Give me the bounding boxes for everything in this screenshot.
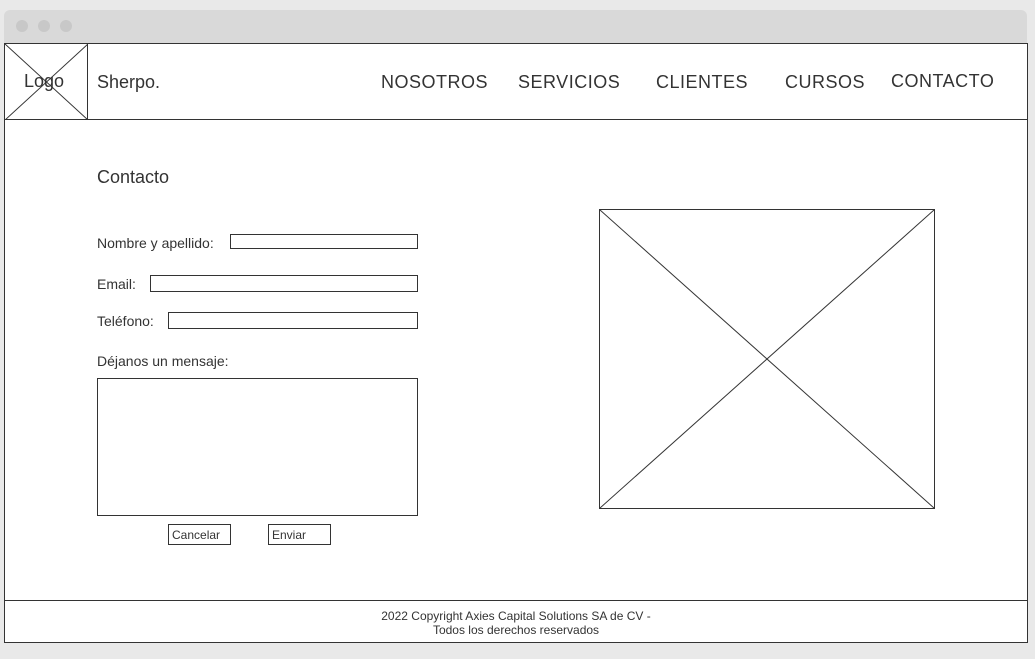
image-placeholder	[599, 209, 935, 509]
site-header: Logo Sherpo. NOSOTROS SERVICIOS CLIENTES…	[5, 44, 1027, 120]
message-label: Déjanos un mensaje:	[97, 353, 229, 369]
email-label: Email:	[97, 276, 136, 292]
cancel-button[interactable]: Cancelar	[168, 524, 231, 545]
logo-label: Logo	[23, 71, 65, 91]
send-button[interactable]: Enviar	[268, 524, 331, 545]
message-textarea[interactable]	[97, 378, 418, 516]
window-dot	[16, 20, 28, 32]
page-title: Contacto	[97, 167, 170, 187]
placeholder-cross-icon	[600, 210, 934, 508]
nav-clientes[interactable]: CLIENTES	[656, 72, 748, 93]
footer-copyright: 2022 Copyright Axies Capital Solutions S…	[381, 609, 651, 623]
email-field[interactable]	[150, 275, 418, 292]
phone-label: Teléfono:	[97, 313, 154, 329]
phone-field[interactable]	[168, 312, 418, 329]
name-label: Nombre y apellido:	[97, 235, 214, 251]
window-dot	[38, 20, 50, 32]
name-field[interactable]	[230, 234, 418, 249]
brand-name[interactable]: Sherpo.	[97, 72, 160, 93]
nav-contacto[interactable]: CONTACTO	[891, 71, 994, 92]
logo-placeholder[interactable]: Logo	[5, 44, 88, 120]
page-frame: Logo Sherpo. NOSOTROS SERVICIOS CLIENTES…	[4, 43, 1028, 643]
window-titlebar	[4, 10, 1027, 44]
nav-nosotros[interactable]: NOSOTROS	[381, 72, 488, 93]
footer-rights: Todos los derechos reservados	[432, 623, 600, 637]
nav-servicios[interactable]: SERVICIOS	[518, 72, 620, 93]
nav-cursos[interactable]: CURSOS	[785, 72, 865, 93]
site-footer: 2022 Copyright Axies Capital Solutions S…	[5, 600, 1027, 642]
window-dot	[60, 20, 72, 32]
